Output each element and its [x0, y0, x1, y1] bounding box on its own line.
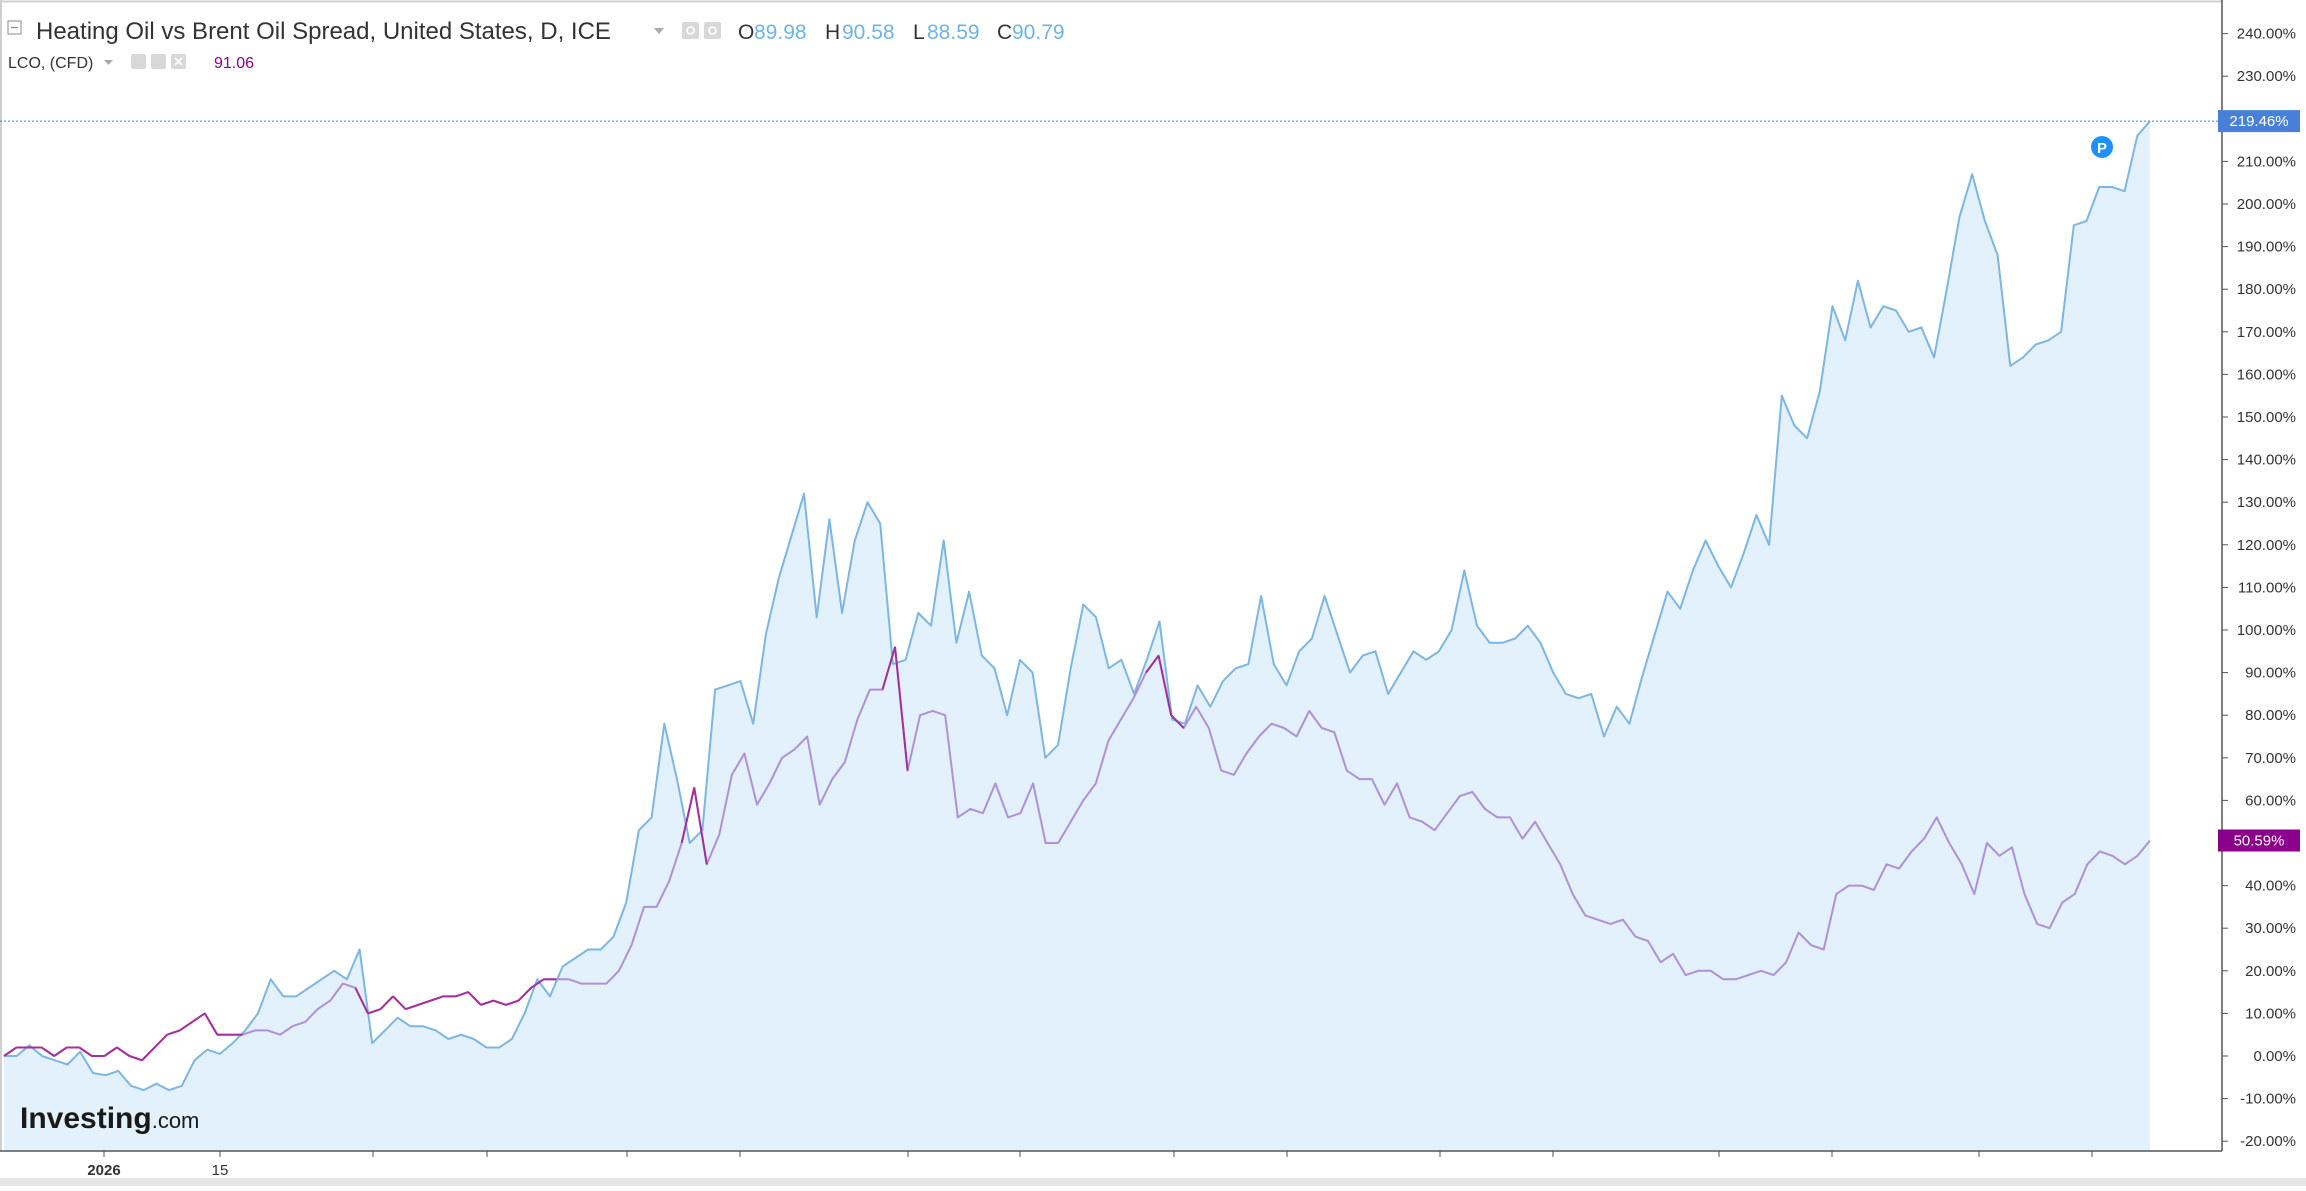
- y-tick-label: 200.00%: [2237, 196, 2296, 213]
- logo-brand: Investing: [20, 1102, 152, 1135]
- compare-price-tag-label: 50.59%: [2234, 832, 2285, 849]
- main-price-tag-label: 219.46%: [2229, 113, 2288, 130]
- low-value: 88.59: [927, 21, 980, 44]
- y-tick-label: 10.00%: [2245, 1005, 2296, 1022]
- y-tick-label: -10.00%: [2240, 1091, 2296, 1108]
- y-tick-label: -20.00%: [2240, 1133, 2296, 1150]
- y-tick-label: 90.00%: [2245, 665, 2296, 682]
- compare-eye-icon[interactable]: [131, 54, 146, 69]
- y-tick-label: 190.00%: [2237, 239, 2296, 256]
- p-marker[interactable]: P: [2091, 136, 2113, 158]
- y-tick-label: 230.00%: [2237, 68, 2296, 85]
- main-price-tag: 219.46%: [2218, 110, 2300, 133]
- chart-svg: 240.00%230.00%220.00%210.00%200.00%190.0…: [0, 0, 2306, 1186]
- y-tick-label: 170.00%: [2237, 324, 2296, 341]
- y-tick-label: 240.00%: [2237, 26, 2296, 43]
- chart-container: 240.00%230.00%220.00%210.00%200.00%190.0…: [0, 0, 2306, 1186]
- y-tick-label: 210.00%: [2237, 153, 2296, 170]
- x-tick-label: 2026: [87, 1162, 120, 1179]
- y-tick-label: 80.00%: [2245, 707, 2296, 724]
- y-tick-label: 140.00%: [2237, 452, 2296, 469]
- y-tick-label: 30.00%: [2245, 920, 2296, 937]
- y-tick-label: 70.00%: [2245, 750, 2296, 767]
- p-marker-label: P: [2097, 140, 2107, 157]
- compare-value: 91.06: [214, 55, 254, 72]
- close-value: 90.79: [1012, 21, 1065, 44]
- compare-price-tag: 50.59%: [2218, 829, 2300, 852]
- y-tick-label: 130.00%: [2237, 494, 2296, 511]
- open-value: 89.98: [754, 21, 807, 44]
- settings-icon[interactable]: [704, 22, 721, 39]
- open-label: O: [738, 21, 754, 44]
- high-value: 90.58: [842, 21, 895, 44]
- y-tick-label: 160.00%: [2237, 366, 2296, 383]
- y-tick-label: 0.00%: [2253, 1048, 2296, 1065]
- chart-title: Heating Oil vs Brent Oil Spread, United …: [36, 18, 611, 45]
- logo-suffix: .com: [152, 1108, 200, 1133]
- y-tick-label: 40.00%: [2245, 878, 2296, 895]
- close-label: C: [997, 21, 1012, 44]
- y-tick-label: 180.00%: [2237, 281, 2296, 298]
- x-tick-label: 15: [212, 1162, 229, 1179]
- y-tick-label: 60.00%: [2245, 792, 2296, 809]
- compare-settings-icon[interactable]: [151, 54, 166, 69]
- low-label: L: [913, 21, 925, 44]
- y-tick-label: 120.00%: [2237, 537, 2296, 554]
- bottom-strip: [0, 1178, 2306, 1186]
- y-tick-label: 110.00%: [2238, 579, 2296, 596]
- high-label: H: [825, 21, 840, 44]
- y-tick-label: 100.00%: [2237, 622, 2296, 639]
- y-tick-label: 150.00%: [2237, 409, 2296, 426]
- compare-symbol-label: LCO, (CFD): [8, 55, 93, 72]
- y-tick-label: 20.00%: [2245, 963, 2296, 980]
- eye-icon[interactable]: [682, 22, 699, 39]
